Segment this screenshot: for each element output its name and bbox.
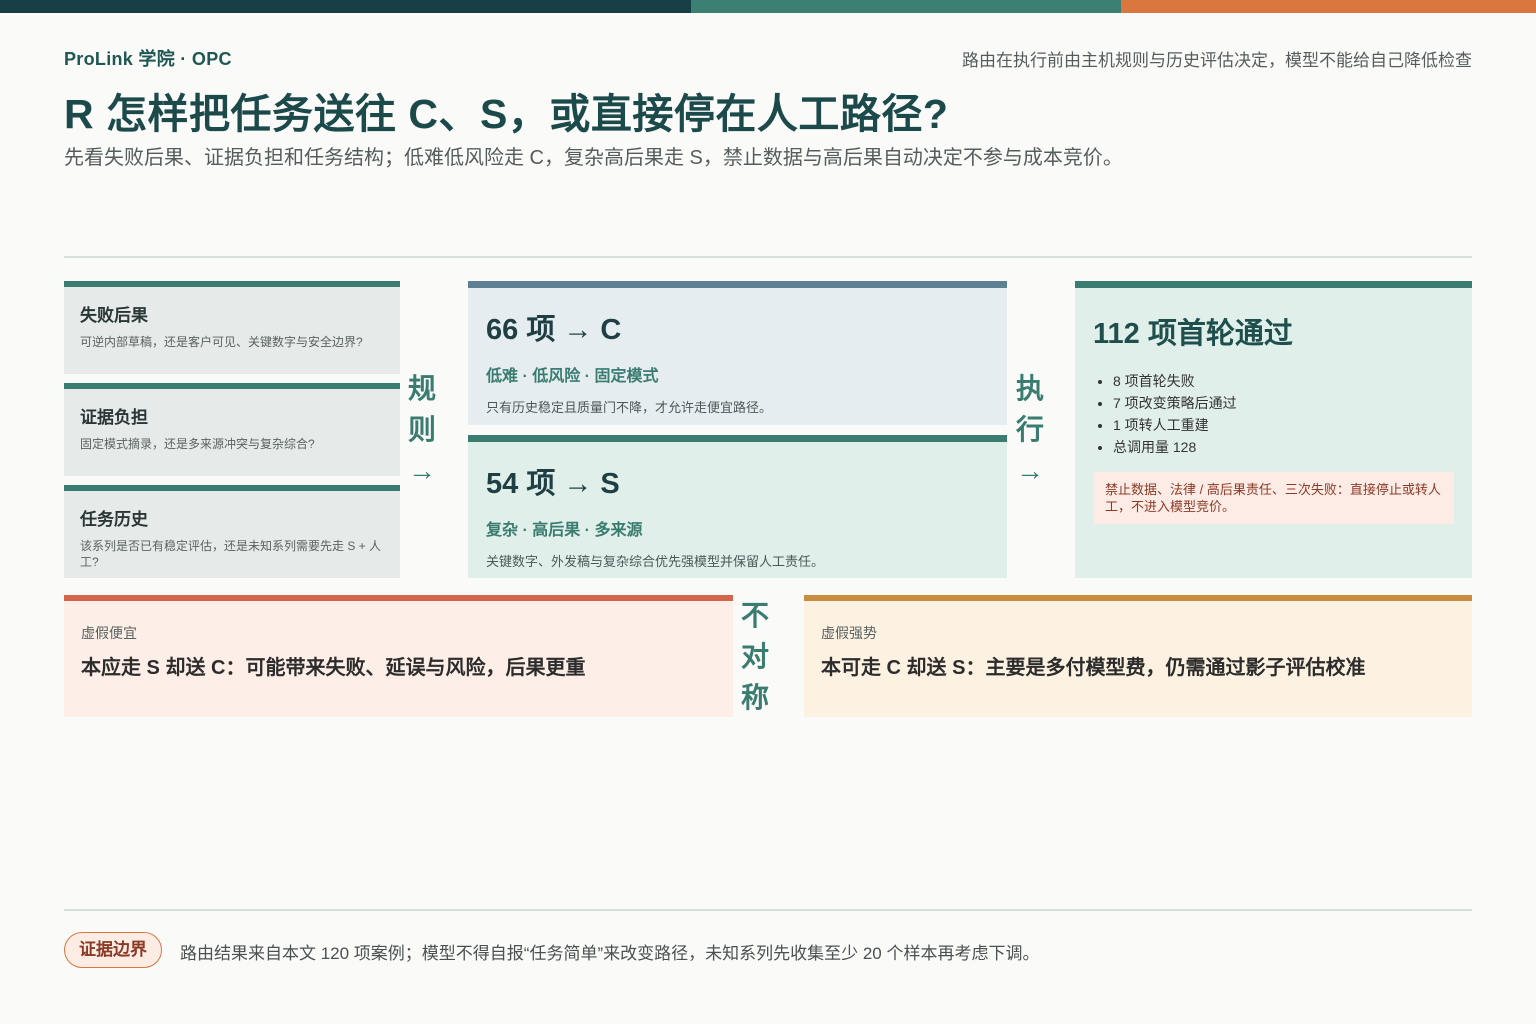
asymmetry-connector: 不 对 称 xyxy=(737,595,773,718)
factor-title: 任务历史 xyxy=(80,510,148,529)
rules-char: 规 xyxy=(407,373,436,404)
route-card-c: 66 项 → C 低难 · 低风险 · 固定模式 只有历史稳定且质量门不降，才允… xyxy=(468,281,1007,425)
arrow-right-icon: → xyxy=(1016,455,1044,486)
factor-desc: 固定模式摘录，还是多来源冲突与复杂综合? xyxy=(80,437,315,451)
asymmetry-char: 不 xyxy=(740,600,769,631)
execute-char: 行 xyxy=(1015,414,1044,445)
route-card-s: 54 项 → S 复杂 · 高后果 · 多来源 关键数字、外发稿与复杂综合优先强… xyxy=(468,435,1007,578)
accent-segment-orange xyxy=(1121,0,1536,13)
stop-warning: 禁止数据、法律 / 高后果责任、三次失败：直接停止或转人工，不进入模型竞价。 xyxy=(1093,472,1454,524)
result-item: 1 项转人工重建 xyxy=(1113,414,1454,436)
factor-title: 证据负担 xyxy=(80,408,148,427)
evidence-boundary-badge: 证据边界 xyxy=(64,932,162,968)
route-headline: 54 项 → S xyxy=(486,468,620,500)
page-title: R 怎样把任务送往 C、S，或直接停在人工路径? xyxy=(64,91,949,137)
false-strong-card: 虚假强势 本可走 C 却送 S：主要是多付模型费，仍需通过影子评估校准 xyxy=(804,595,1472,717)
execute-char: 执 xyxy=(1015,373,1044,404)
result-list: 8 项首轮失败 7 项改变策略后通过 1 项转人工重建 总调用量 128 xyxy=(1093,370,1454,458)
route-tags: 低难 · 低风险 · 固定模式 xyxy=(486,368,659,385)
asymmetry-char: 称 xyxy=(740,682,769,713)
section-divider xyxy=(64,256,1472,258)
factor-card-history: 任务历史 该系列是否已有稳定评估，还是未知系列需要先走 S + 人工? xyxy=(64,485,400,578)
tradeoff-kicker: 虚假便宜 xyxy=(81,625,137,641)
result-item: 8 项首轮失败 xyxy=(1113,370,1454,392)
route-headline: 66 项 → C xyxy=(486,314,622,346)
result-headline: 112 项首轮通过 xyxy=(1093,318,1293,350)
page-subtitle: 先看失败后果、证据负担和任务结构；低难低风险走 C，复杂高后果走 S，禁止数据与… xyxy=(64,147,1123,169)
asymmetry-char: 对 xyxy=(740,641,769,672)
route-desc: 只有历史稳定且质量门不降，才允许走便宜路径。 xyxy=(486,400,773,415)
tradeoff-text: 本应走 S 却送 C：可能带来失败、延误与风险，后果更重 xyxy=(81,657,586,679)
result-item: 总调用量 128 xyxy=(1113,436,1454,458)
tradeoff-text: 本可走 C 却送 S：主要是多付模型费，仍需通过影子评估校准 xyxy=(821,657,1366,679)
top-accent-bar xyxy=(0,0,1536,13)
arrow-right-icon: → xyxy=(408,455,436,486)
footer-text: 路由结果来自本文 120 项案例；模型不得自报“任务简单”来改变路径，未知系列先… xyxy=(180,944,1040,963)
factor-desc: 该系列是否已有稳定评估，还是未知系列需要先走 S + 人工? xyxy=(80,539,382,569)
accent-segment-dark xyxy=(0,0,691,13)
tradeoff-kicker: 虚假强势 xyxy=(821,625,877,641)
factor-desc: 可逆内部草稿，还是客户可见、关键数字与安全边界? xyxy=(80,335,363,349)
factor-card-failure: 失败后果 可逆内部草稿，还是客户可见、关键数字与安全边界? xyxy=(64,281,400,374)
rules-connector: 规 则 → xyxy=(404,368,440,491)
false-cheap-card: 虚假便宜 本应走 S 却送 C：可能带来失败、延误与风险，后果更重 xyxy=(64,595,733,717)
rules-char: 则 xyxy=(407,414,436,445)
route-desc: 关键数字、外发稿与复杂综合优先强模型并保留人工责任。 xyxy=(486,554,825,569)
brand-label: ProLink 学院 · OPC xyxy=(64,49,232,69)
accent-segment-teal xyxy=(691,0,1121,13)
execute-connector: 执 行 → xyxy=(1012,368,1048,491)
footer-divider xyxy=(64,909,1472,911)
result-card: 112 项首轮通过 8 项首轮失败 7 项改变策略后通过 1 项转人工重建 总调… xyxy=(1075,281,1472,578)
route-tags: 复杂 · 高后果 · 多来源 xyxy=(486,522,643,539)
factor-card-evidence: 证据负担 固定模式摘录，还是多来源冲突与复杂综合? xyxy=(64,383,400,476)
result-item: 7 项改变策略后通过 xyxy=(1113,392,1454,414)
factor-title: 失败后果 xyxy=(80,306,148,325)
header-note: 路由在执行前由主机规则与历史评估决定，模型不能给自己降低检查 xyxy=(962,51,1472,70)
